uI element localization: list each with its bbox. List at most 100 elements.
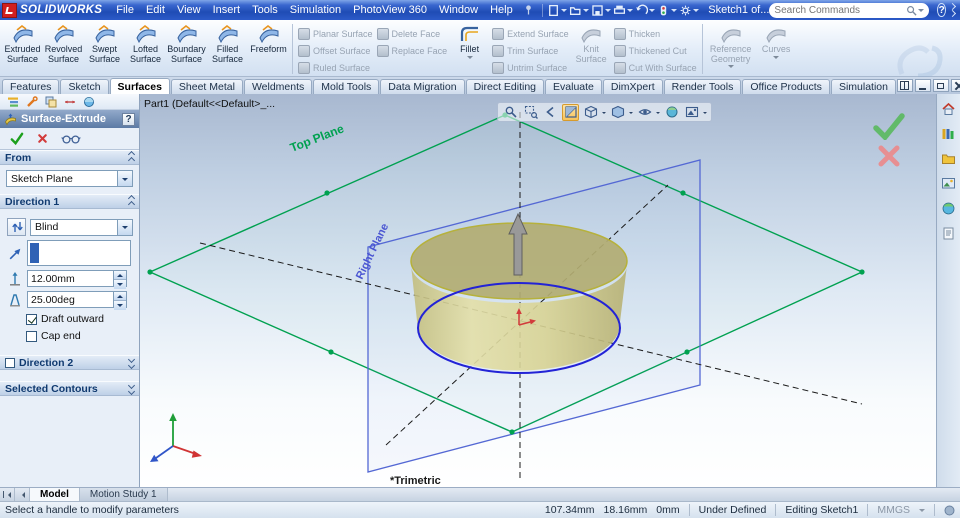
chevron-down-icon[interactable] <box>703 112 707 116</box>
tab-motion-study[interactable]: Motion Study 1 <box>79 488 168 501</box>
direction1-section-header[interactable]: Direction 1 <box>0 194 139 209</box>
top-plane-label[interactable]: Top Plane <box>288 121 346 154</box>
cap-end-checkbox[interactable] <box>26 330 37 342</box>
tab-data-migration[interactable]: Data Migration <box>380 79 465 94</box>
tab-surfaces[interactable]: Surfaces <box>109 78 170 94</box>
restore-window-icon[interactable] <box>932 79 949 92</box>
home-icon[interactable] <box>941 101 956 116</box>
tab-dimxpert[interactable]: DimXpert <box>602 79 663 94</box>
zoom-fit-icon[interactable] <box>502 104 519 121</box>
draft-angle-input[interactable] <box>28 292 113 307</box>
save-icon[interactable] <box>591 4 612 17</box>
tab-evaluate[interactable]: Evaluate <box>545 79 602 94</box>
direction-reference-box[interactable] <box>27 240 131 266</box>
menu-tools[interactable]: Tools <box>246 1 284 19</box>
curves-button[interactable]: Curves <box>756 22 797 76</box>
swept-surface-button[interactable]: Swept Surface <box>84 22 125 76</box>
offset-surface-button[interactable]: Offset Surface <box>298 44 373 57</box>
replace-face-button[interactable]: Replace Face <box>376 44 447 57</box>
menu-window[interactable]: Window <box>433 1 484 19</box>
cancel-x-icon[interactable] <box>36 132 49 145</box>
tab-office-products[interactable]: Office Products <box>742 79 830 94</box>
spin-up-button[interactable] <box>114 271 126 279</box>
options-gear-icon[interactable] <box>679 4 700 17</box>
view-palette-icon[interactable] <box>941 176 956 191</box>
hide-show-items-icon[interactable] <box>636 104 653 121</box>
unit-system[interactable]: MMGS <box>877 504 910 516</box>
chevron-down-icon[interactable] <box>602 112 606 116</box>
custom-properties-icon[interactable] <box>941 226 956 241</box>
featuremanager-tree-icon[interactable] <box>7 96 19 108</box>
trim-surface-button[interactable]: Trim Surface <box>492 44 569 57</box>
extruded-surface-button[interactable]: Extruded Surface <box>2 22 43 76</box>
start-condition-dropdown[interactable]: Sketch Plane <box>6 170 133 187</box>
untrim-surface-button[interactable]: Untrim Surface <box>492 61 569 74</box>
menu-view[interactable]: View <box>171 1 207 19</box>
confirm-cancel-icon[interactable] <box>877 144 901 168</box>
toolbar-columns-icon[interactable] <box>896 79 913 92</box>
menu-edit[interactable]: Edit <box>140 1 171 19</box>
extend-surface-button[interactable]: Extend Surface <box>492 27 569 40</box>
file-explorer-icon[interactable] <box>941 151 956 166</box>
collapse-chevron-icon[interactable] <box>127 150 136 165</box>
dimxpertmanager-icon[interactable] <box>64 96 76 108</box>
tab-model[interactable]: Model <box>30 488 80 501</box>
design-library-icon[interactable] <box>941 126 956 141</box>
spin-down-button[interactable] <box>114 279 126 289</box>
new-document-icon[interactable] <box>547 4 568 17</box>
tab-mold-tools[interactable]: Mold Tools <box>313 79 380 94</box>
dropdown-arrow-button[interactable] <box>117 219 132 235</box>
dropdown-arrow-button[interactable] <box>117 171 132 186</box>
section-view-icon[interactable] <box>562 103 579 121</box>
display-style-icon[interactable] <box>609 104 626 121</box>
ok-check-icon[interactable] <box>9 131 24 146</box>
tabs-scroll-start-button[interactable] <box>0 488 15 501</box>
help-icon[interactable]: ? <box>937 3 946 17</box>
menu-insert[interactable]: Insert <box>207 1 247 19</box>
chevron-down-icon[interactable] <box>629 112 633 116</box>
draft-outward-checkbox[interactable] <box>26 313 37 325</box>
appearances-icon[interactable] <box>941 201 956 216</box>
menu-pin-icon[interactable] <box>524 4 533 16</box>
tab-features[interactable]: Features <box>2 79 60 94</box>
detailed-preview-glasses-icon[interactable] <box>61 133 81 145</box>
previous-view-icon[interactable] <box>542 104 559 121</box>
depth-input[interactable] <box>28 271 113 286</box>
configurationmanager-icon[interactable] <box>45 96 57 108</box>
expand-chevron-icon[interactable] <box>127 381 136 396</box>
propertymanager-icon[interactable] <box>26 95 38 108</box>
spin-up-button[interactable] <box>114 292 126 300</box>
end-condition-dropdown[interactable]: Blind <box>30 218 133 236</box>
menu-photoview[interactable]: PhotoView 360 <box>347 1 433 19</box>
undo-icon[interactable] <box>635 4 656 17</box>
tab-weldments[interactable]: Weldments <box>243 79 313 94</box>
ruled-surface-button[interactable]: Ruled Surface <box>298 61 373 74</box>
tab-simulation[interactable]: Simulation <box>830 79 896 94</box>
titlebar-overflow-icon[interactable] <box>948 2 957 18</box>
breadcrumb-text[interactable]: Part1 (Default<<Default>_... <box>144 98 275 110</box>
open-icon[interactable] <box>569 4 590 17</box>
planar-surface-button[interactable]: Planar Surface <box>298 27 373 40</box>
search-commands-box[interactable] <box>769 2 930 18</box>
zoom-area-icon[interactable] <box>522 104 539 121</box>
fillet-button[interactable]: Fillet <box>449 22 490 76</box>
freeform-button[interactable]: Freeform <box>248 22 289 76</box>
graphics-viewport[interactable]: Top Plane Right Plane *Trimetric <box>140 94 936 487</box>
knit-surface-button[interactable]: Knit Surface <box>571 22 612 76</box>
displaymanager-icon[interactable] <box>83 96 95 108</box>
tab-sheet-metal[interactable]: Sheet Metal <box>170 79 243 94</box>
menu-file[interactable]: File <box>110 1 140 19</box>
reverse-direction-button[interactable] <box>7 218 26 236</box>
confirm-ok-icon[interactable] <box>872 112 906 140</box>
cut-with-surface-button[interactable]: Cut With Surface <box>613 61 697 74</box>
filled-surface-button[interactable]: Filled Surface <box>207 22 248 76</box>
tab-render-tools[interactable]: Render Tools <box>663 79 742 94</box>
view-orientation-icon[interactable] <box>582 104 599 121</box>
lofted-surface-button[interactable]: Lofted Surface <box>125 22 166 76</box>
menu-simulation[interactable]: Simulation <box>284 1 347 19</box>
search-input[interactable] <box>774 4 907 16</box>
reference-geometry-button[interactable]: Reference Geometry <box>706 22 756 76</box>
print-icon[interactable] <box>613 4 634 17</box>
thicken-button[interactable]: Thicken <box>613 27 697 40</box>
depth-spinner[interactable] <box>27 270 127 289</box>
